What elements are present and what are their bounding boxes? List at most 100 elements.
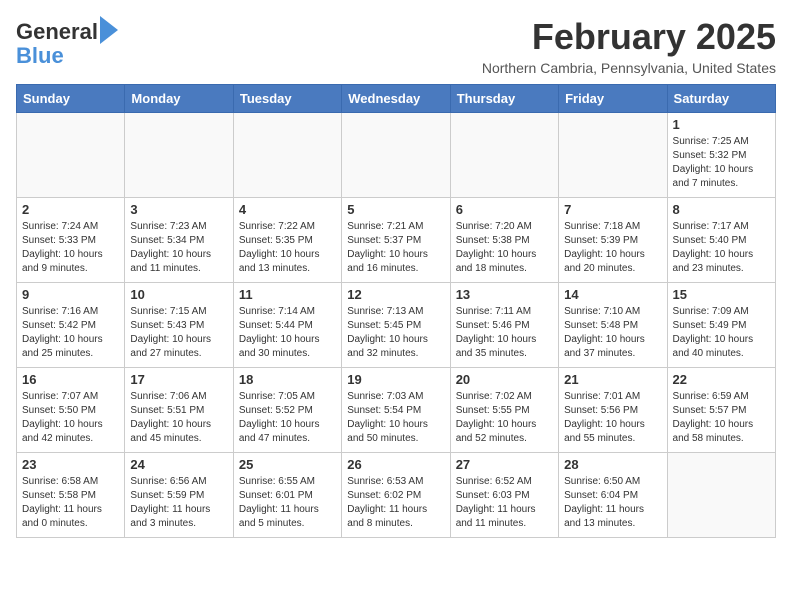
calendar-cell: 16 Sunrise: 7:07 AM Sunset: 5:50 PM Dayli… xyxy=(17,368,125,453)
calendar-cell: 13 Sunrise: 7:11 AM Sunset: 5:46 PM Dayli… xyxy=(450,283,558,368)
day-info: Sunrise: 6:52 AM Sunset: 6:03 PM Dayligh… xyxy=(456,475,553,531)
day-number: 16 xyxy=(22,372,119,387)
day-number: 21 xyxy=(564,372,661,387)
calendar-cell: 11 Sunrise: 7:14 AM Sunset: 5:44 PM Dayli… xyxy=(233,283,341,368)
day-info: Sunrise: 7:13 AM Sunset: 5:45 PM Dayligh… xyxy=(347,305,444,361)
day-number: 23 xyxy=(22,457,119,472)
day-info: Sunrise: 6:50 AM Sunset: 6:04 PM Dayligh… xyxy=(564,475,661,531)
calendar-cell: 5Sunrise: 7:21 AM Sunset: 5:37 PM Daylig… xyxy=(342,198,450,283)
day-info: Sunrise: 7:05 AM Sunset: 5:52 PM Dayligh… xyxy=(239,390,336,446)
calendar-cell xyxy=(125,113,233,198)
calendar-cell: 22 Sunrise: 6:59 AM Sunset: 5:57 PM Dayli… xyxy=(667,368,775,453)
calendar-cell: 12 Sunrise: 7:13 AM Sunset: 5:45 PM Dayli… xyxy=(342,283,450,368)
day-info: Sunrise: 7:23 AM Sunset: 5:34 PM Dayligh… xyxy=(130,220,227,276)
calendar-cell: 17 Sunrise: 7:06 AM Sunset: 5:51 PM Dayli… xyxy=(125,368,233,453)
day-info: Sunrise: 7:07 AM Sunset: 5:50 PM Dayligh… xyxy=(22,390,119,446)
calendar-week-row: 16 Sunrise: 7:07 AM Sunset: 5:50 PM Dayli… xyxy=(17,368,776,453)
day-info: Sunrise: 7:20 AM Sunset: 5:38 PM Dayligh… xyxy=(456,220,553,276)
day-info: Sunrise: 7:18 AM Sunset: 5:39 PM Dayligh… xyxy=(564,220,661,276)
calendar-cell: 28 Sunrise: 6:50 AM Sunset: 6:04 PM Dayli… xyxy=(559,453,667,538)
logo-text: General xyxy=(16,20,98,44)
day-number: 17 xyxy=(130,372,227,387)
day-number: 27 xyxy=(456,457,553,472)
calendar-cell: 1 Sunrise: 7:25 AM Sunset: 5:32 PM Daylig… xyxy=(667,113,775,198)
day-info: Sunrise: 7:24 AM Sunset: 5:33 PM Dayligh… xyxy=(22,220,119,276)
calendar-cell: 9 Sunrise: 7:16 AM Sunset: 5:42 PM Daylig… xyxy=(17,283,125,368)
calendar-cell: 8 Sunrise: 7:17 AM Sunset: 5:40 PM Daylig… xyxy=(667,198,775,283)
day-number: 18 xyxy=(239,372,336,387)
col-header-thursday: Thursday xyxy=(450,85,558,113)
col-header-friday: Friday xyxy=(559,85,667,113)
calendar-cell: 25 Sunrise: 6:55 AM Sunset: 6:01 PM Dayli… xyxy=(233,453,341,538)
calendar-cell: 20Sunrise: 7:02 AM Sunset: 5:55 PM Dayli… xyxy=(450,368,558,453)
calendar-cell: 6 Sunrise: 7:20 AM Sunset: 5:38 PM Daylig… xyxy=(450,198,558,283)
calendar-cell: 7 Sunrise: 7:18 AM Sunset: 5:39 PM Daylig… xyxy=(559,198,667,283)
calendar-cell: 15 Sunrise: 7:09 AM Sunset: 5:49 PM Dayli… xyxy=(667,283,775,368)
calendar-week-row: 23 Sunrise: 6:58 AM Sunset: 5:58 PM Dayli… xyxy=(17,453,776,538)
calendar-cell: 2Sunrise: 7:24 AM Sunset: 5:33 PM Daylig… xyxy=(17,198,125,283)
logo: General Blue xyxy=(16,20,118,68)
day-number: 1 xyxy=(673,117,770,132)
calendar-cell: 19 Sunrise: 7:03 AM Sunset: 5:54 PM Dayli… xyxy=(342,368,450,453)
day-info: Sunrise: 7:16 AM Sunset: 5:42 PM Dayligh… xyxy=(22,305,119,361)
day-number: 25 xyxy=(239,457,336,472)
calendar-cell: 10 Sunrise: 7:15 AM Sunset: 5:43 PM Dayli… xyxy=(125,283,233,368)
calendar-header-row: SundayMondayTuesdayWednesdayThursdayFrid… xyxy=(17,85,776,113)
day-info: Sunrise: 7:21 AM Sunset: 5:37 PM Dayligh… xyxy=(347,220,444,276)
day-info: Sunrise: 6:58 AM Sunset: 5:58 PM Dayligh… xyxy=(22,475,119,531)
day-info: Sunrise: 6:55 AM Sunset: 6:01 PM Dayligh… xyxy=(239,475,336,531)
col-header-saturday: Saturday xyxy=(667,85,775,113)
day-info: Sunrise: 7:03 AM Sunset: 5:54 PM Dayligh… xyxy=(347,390,444,446)
col-header-wednesday: Wednesday xyxy=(342,85,450,113)
title-block: February 2025 Northern Cambria, Pennsylv… xyxy=(482,16,776,76)
day-number: 22 xyxy=(673,372,770,387)
calendar-week-row: 2Sunrise: 7:24 AM Sunset: 5:33 PM Daylig… xyxy=(17,198,776,283)
day-info: Sunrise: 7:02 AM Sunset: 5:55 PM Dayligh… xyxy=(456,390,553,446)
day-number: 24 xyxy=(130,457,227,472)
day-number: 11 xyxy=(239,287,336,302)
calendar-cell: 21 Sunrise: 7:01 AM Sunset: 5:56 PM Dayli… xyxy=(559,368,667,453)
page-header: General Blue February 2025 Northern Camb… xyxy=(16,16,776,76)
day-info: Sunrise: 6:56 AM Sunset: 5:59 PM Dayligh… xyxy=(130,475,227,531)
day-info: Sunrise: 6:53 AM Sunset: 6:02 PM Dayligh… xyxy=(347,475,444,531)
day-info: Sunrise: 7:01 AM Sunset: 5:56 PM Dayligh… xyxy=(564,390,661,446)
day-number: 28 xyxy=(564,457,661,472)
day-number: 8 xyxy=(673,202,770,217)
day-number: 14 xyxy=(564,287,661,302)
day-number: 10 xyxy=(130,287,227,302)
day-number: 15 xyxy=(673,287,770,302)
location-subtitle: Northern Cambria, Pennsylvania, United S… xyxy=(482,60,776,76)
day-number: 19 xyxy=(347,372,444,387)
calendar-cell xyxy=(17,113,125,198)
day-number: 4 xyxy=(239,202,336,217)
day-info: Sunrise: 7:11 AM Sunset: 5:46 PM Dayligh… xyxy=(456,305,553,361)
calendar-week-row: 9 Sunrise: 7:16 AM Sunset: 5:42 PM Daylig… xyxy=(17,283,776,368)
day-number: 12 xyxy=(347,287,444,302)
day-info: Sunrise: 7:17 AM Sunset: 5:40 PM Dayligh… xyxy=(673,220,770,276)
day-info: Sunrise: 7:10 AM Sunset: 5:48 PM Dayligh… xyxy=(564,305,661,361)
day-number: 9 xyxy=(22,287,119,302)
day-info: Sunrise: 7:09 AM Sunset: 5:49 PM Dayligh… xyxy=(673,305,770,361)
calendar-cell: 24 Sunrise: 6:56 AM Sunset: 5:59 PM Dayli… xyxy=(125,453,233,538)
day-number: 6 xyxy=(456,202,553,217)
calendar-cell: 14 Sunrise: 7:10 AM Sunset: 5:48 PM Dayli… xyxy=(559,283,667,368)
day-number: 13 xyxy=(456,287,553,302)
day-number: 26 xyxy=(347,457,444,472)
day-number: 3 xyxy=(130,202,227,217)
logo-arrow-icon xyxy=(100,16,118,44)
logo-blue-text: Blue xyxy=(16,44,64,68)
day-info: Sunrise: 6:59 AM Sunset: 5:57 PM Dayligh… xyxy=(673,390,770,446)
calendar-cell: 27 Sunrise: 6:52 AM Sunset: 6:03 PM Dayli… xyxy=(450,453,558,538)
day-info: Sunrise: 7:14 AM Sunset: 5:44 PM Dayligh… xyxy=(239,305,336,361)
day-info: Sunrise: 7:25 AM Sunset: 5:32 PM Dayligh… xyxy=(673,135,770,191)
calendar-cell xyxy=(667,453,775,538)
calendar-week-row: 1 Sunrise: 7:25 AM Sunset: 5:32 PM Daylig… xyxy=(17,113,776,198)
day-number: 7 xyxy=(564,202,661,217)
calendar-cell xyxy=(559,113,667,198)
col-header-monday: Monday xyxy=(125,85,233,113)
day-info: Sunrise: 7:06 AM Sunset: 5:51 PM Dayligh… xyxy=(130,390,227,446)
calendar-cell xyxy=(233,113,341,198)
calendar-cell xyxy=(450,113,558,198)
day-info: Sunrise: 7:15 AM Sunset: 5:43 PM Dayligh… xyxy=(130,305,227,361)
calendar-cell: 23 Sunrise: 6:58 AM Sunset: 5:58 PM Dayli… xyxy=(17,453,125,538)
